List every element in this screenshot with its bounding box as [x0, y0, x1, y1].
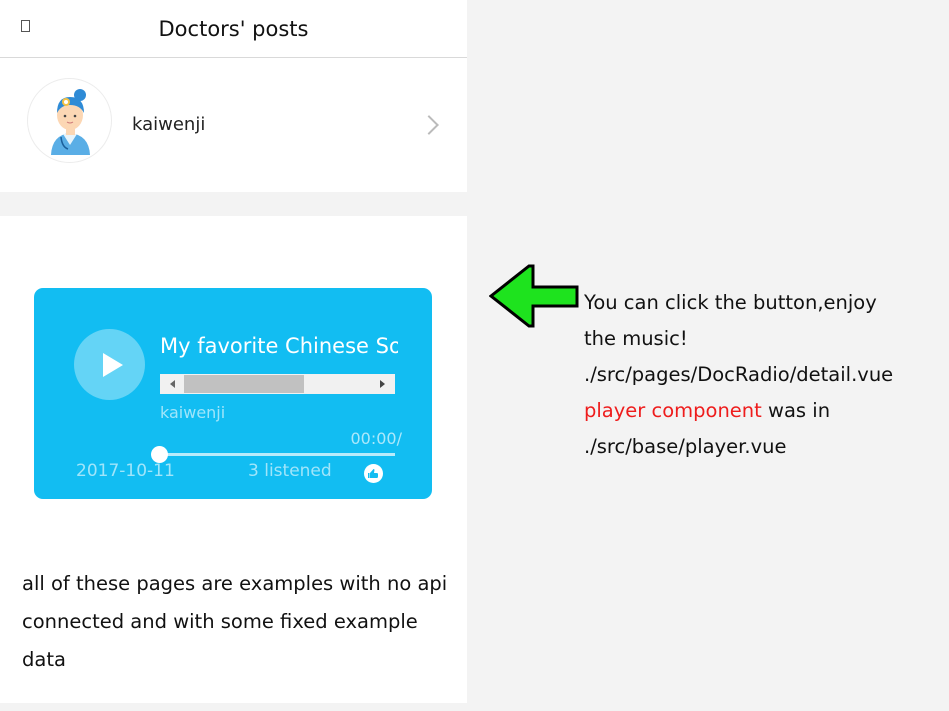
chevron-right-icon[interactable] [419, 115, 439, 135]
annotation-after: was in [761, 399, 831, 422]
like-icon[interactable] [364, 464, 383, 483]
page-title: Doctors' posts [158, 17, 309, 41]
example-note: all of these pages are examples with no … [22, 572, 448, 671]
doctor-row[interactable]: kaiwenji [0, 58, 467, 192]
progress-track[interactable] [160, 453, 395, 456]
annotation-highlight: player component [584, 399, 762, 422]
horizontal-scrollbar[interactable] [160, 374, 395, 394]
app-panel: Doctors' posts kaiwenji My favorite Chin… [0, 0, 467, 711]
time-readout: 00:00/ [350, 429, 403, 448]
scroll-thumb[interactable] [184, 375, 304, 393]
annotation-line-3: ./src/pages/DocRadio/detail.vue [584, 363, 894, 386]
annotation-text: You can click the button,enjoy the music… [584, 285, 944, 465]
green-arrow-icon [489, 264, 579, 328]
annotation-line-5: ./src/base/player.vue [584, 435, 787, 458]
post-date: 2017-10-11 [76, 461, 175, 481]
doctor-name: kaiwenji [132, 114, 206, 135]
music-player-card: My favorite Chinese Sor kaiwenji 00:00/ … [34, 288, 432, 499]
header-bar: Doctors' posts [0, 0, 467, 58]
annotation-line-4: player component was in [584, 393, 944, 429]
annotation-line-1: You can click the button,enjoy [584, 291, 877, 314]
scroll-right-icon[interactable] [380, 380, 385, 388]
play-button[interactable] [74, 329, 145, 400]
play-icon [103, 353, 123, 377]
listen-count: 3 listened [248, 461, 332, 481]
scroll-left-icon[interactable] [170, 380, 175, 388]
annotation-line-2: the music! [584, 327, 688, 350]
post-content: My favorite Chinese Sor kaiwenji 00:00/ … [0, 216, 467, 703]
doctor-avatar-icon [27, 78, 112, 163]
song-artist: kaiwenji [160, 403, 226, 422]
song-title: My favorite Chinese Sor [160, 334, 398, 358]
